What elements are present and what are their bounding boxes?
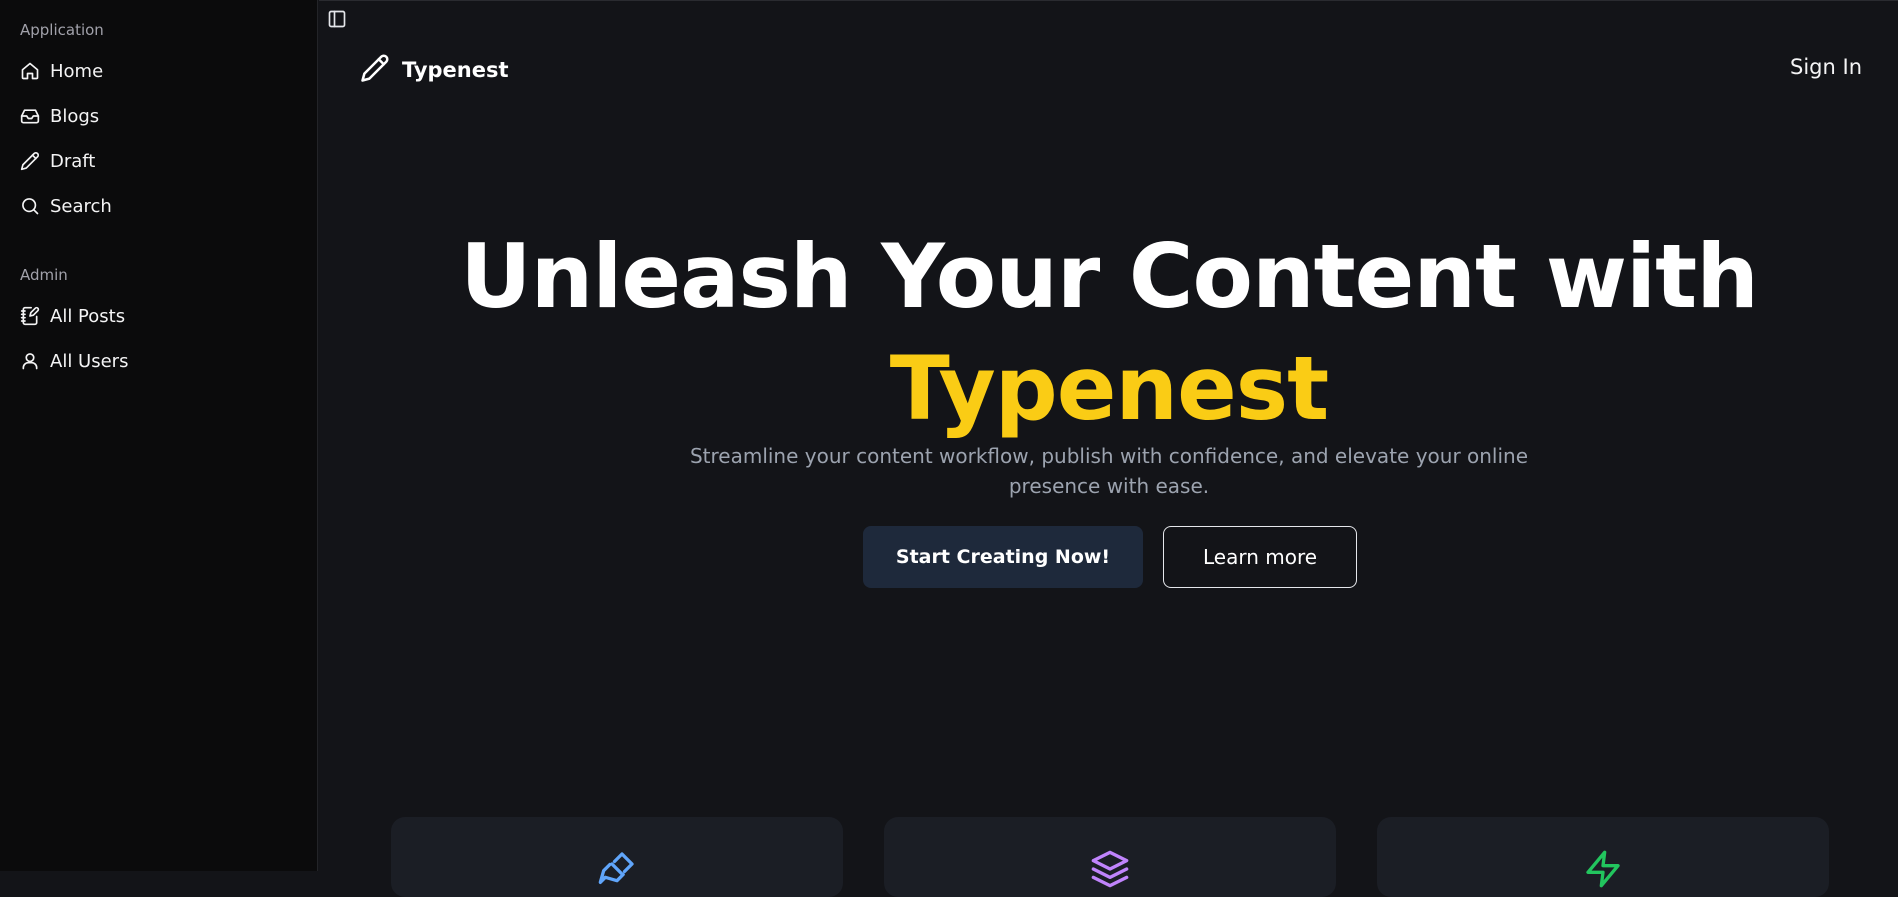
zap-icon: [1583, 849, 1623, 889]
brand-name: Typenest: [402, 58, 509, 82]
sidebar-item-label: All Users: [50, 350, 129, 372]
notebook-pen-icon: [20, 306, 40, 326]
feature-card: [391, 817, 843, 897]
hero-subtitle: Streamline your content workflow, publis…: [689, 444, 1529, 498]
learn-more-button[interactable]: Learn more: [1163, 526, 1357, 588]
brand[interactable]: Typenest: [360, 53, 509, 87]
sidebar-item-blogs[interactable]: Blogs: [20, 103, 99, 129]
sidebar-toggle-button[interactable]: [327, 9, 347, 29]
sidebar: Application Home Blogs Draft Search Admi…: [0, 0, 318, 871]
hero-title: Unleash Your Content with Typenest: [319, 221, 1898, 445]
pencil-icon: [360, 53, 390, 87]
sidebar-item-label: Home: [50, 60, 104, 82]
pencil-icon: [20, 151, 40, 171]
sidebar-item-search[interactable]: Search: [20, 193, 112, 219]
home-icon: [20, 61, 40, 81]
start-creating-button[interactable]: Start Creating Now!: [863, 526, 1143, 588]
sidebar-item-label: Search: [50, 195, 112, 217]
sidebar-item-label: Blogs: [50, 105, 100, 127]
pen-tool-icon: [597, 849, 637, 889]
search-icon: [20, 196, 40, 216]
inbox-icon: [20, 106, 40, 126]
user-icon: [20, 351, 40, 371]
sign-in-link[interactable]: Sign In: [1790, 55, 1862, 79]
main-content: Typenest Sign In Unleash Your Content wi…: [319, 0, 1898, 897]
sidebar-item-label: All Posts: [50, 305, 126, 327]
hero-title-accent: Typenest: [889, 337, 1329, 440]
sidebar-group-label-application: Application: [20, 21, 104, 39]
sidebar-item-label: Draft: [50, 150, 96, 172]
sidebar-item-draft[interactable]: Draft: [20, 148, 95, 174]
sidebar-item-all-users[interactable]: All Users: [20, 348, 128, 374]
layers-icon: [1090, 849, 1130, 889]
feature-card: [1377, 817, 1829, 897]
sidebar-item-all-posts[interactable]: All Posts: [20, 303, 125, 329]
sidebar-item-home[interactable]: Home: [20, 58, 103, 84]
hero-title-line: Unleash Your Content with: [460, 225, 1759, 328]
feature-card: [884, 817, 1336, 897]
panel-left-icon: [327, 10, 347, 33]
sidebar-group-label-admin: Admin: [20, 266, 68, 284]
